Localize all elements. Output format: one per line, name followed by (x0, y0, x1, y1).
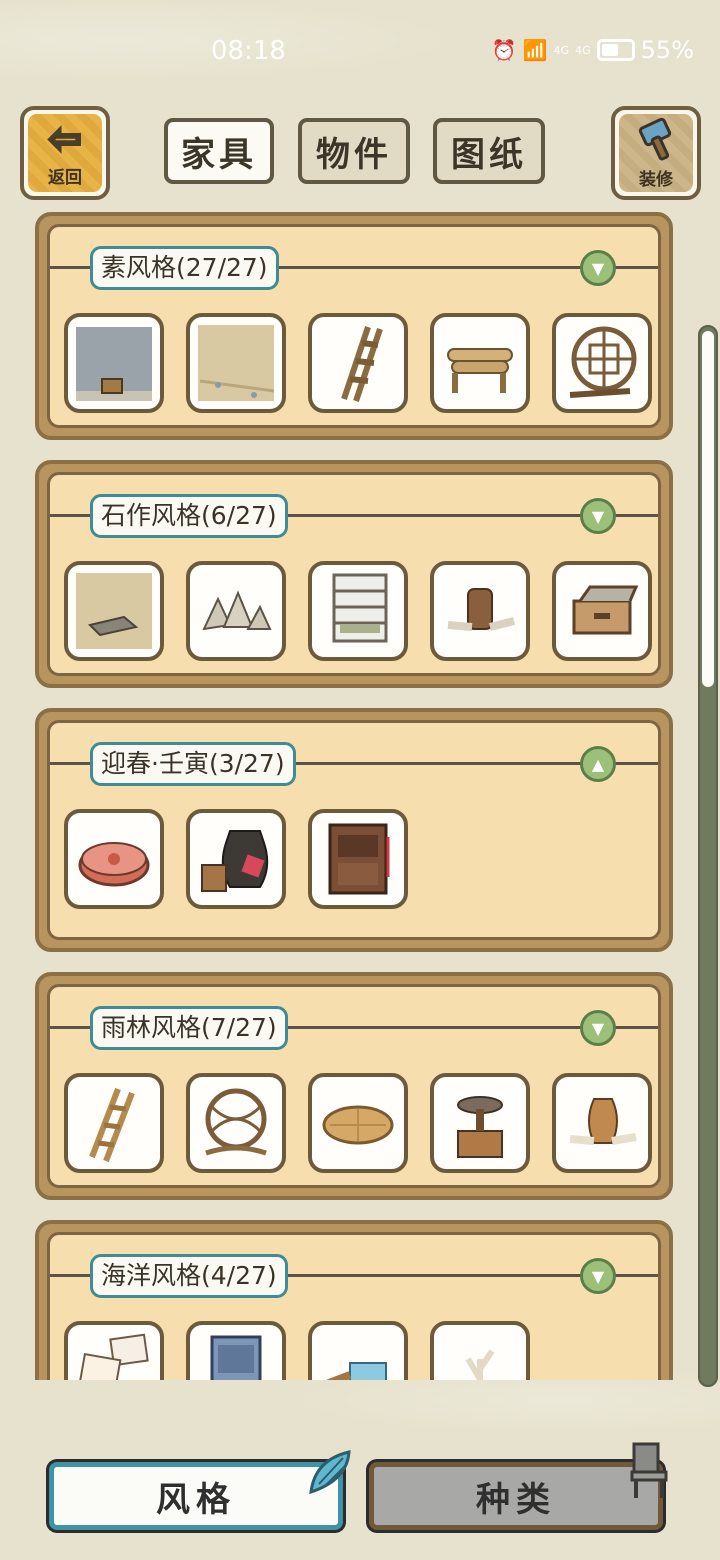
chevron-down-icon: ▼ (591, 258, 605, 278)
chevron-down-icon: ▼ (591, 1018, 605, 1038)
alarm-icon: ⏰ (491, 38, 517, 62)
item-log-bench[interactable] (430, 313, 530, 413)
scroll-thumb[interactable] (702, 331, 714, 687)
style-section: 雨林风格(7/27) ▼ (35, 972, 673, 1200)
item-round-lattice-window[interactable] (552, 313, 652, 413)
style-section: 素风格(27/27) ▼ (35, 212, 673, 440)
item-rock-pile[interactable] (186, 561, 286, 661)
style-tab-button[interactable]: 风格 (49, 1462, 343, 1530)
chevron-up-icon: ▲ (591, 754, 605, 774)
category-tab-button[interactable]: 种类 (369, 1462, 663, 1530)
section-title: 素风格(27/27) (90, 246, 279, 290)
signal-icon-2: 4G (575, 43, 591, 57)
item-coral-branch[interactable] (430, 1321, 530, 1380)
status-icons: ⏰ 📶 4G 4G 55% (492, 36, 694, 64)
paint-brush-icon (638, 117, 672, 161)
wifi-icon: 📶 (522, 38, 548, 62)
item-sand-floor[interactable] (186, 313, 286, 413)
item-stone-chest[interactable] (552, 561, 652, 661)
section-title: 石作风格(6/27) (90, 494, 288, 538)
back-arrow-icon: ⇦ (47, 115, 83, 162)
chevron-down-icon: ▼ (591, 506, 605, 526)
style-tab-label: 风格 (156, 1479, 236, 1520)
tab-objects[interactable]: 物件 (298, 118, 410, 184)
expand-toggle[interactable]: ▼ (580, 498, 616, 534)
item-stump-table[interactable] (430, 561, 530, 661)
style-list[interactable]: 素风格(27/27) ▼ 石作风格(6/27) ▼ 迎春·壬寅(3/27) ▲ … (35, 208, 675, 1380)
item-pickle-jar-with-bucket[interactable] (186, 809, 286, 909)
item-shell-notes[interactable] (64, 1321, 164, 1380)
expand-toggle[interactable]: ▼ (580, 1258, 616, 1294)
section-title: 迎春·壬寅(3/27) (90, 742, 296, 786)
signal-icon: 4G (553, 43, 570, 57)
back-button[interactable]: ⇦ 返回 (20, 106, 110, 200)
battery-percent: 55% (640, 36, 694, 64)
item-wall-panel-with-bucket[interactable] (64, 313, 164, 413)
expand-toggle[interactable]: ▼ (580, 1010, 616, 1046)
item-bamboo-ladder[interactable] (64, 1073, 164, 1173)
shell-icon (309, 1450, 351, 1495)
battery-icon (596, 39, 635, 61)
chevron-down-icon: ▼ (591, 1266, 605, 1286)
item-stone-shelf[interactable] (308, 561, 408, 661)
item-woven-round-mat[interactable] (308, 1073, 408, 1173)
scrollbar[interactable] (698, 325, 718, 1387)
tab-furniture[interactable]: 家具 (164, 118, 274, 184)
section-title: 海洋风格(4/27) (90, 1254, 288, 1298)
item-red-flower-cushion[interactable] (64, 809, 164, 909)
style-section: 石作风格(6/27) ▼ (35, 460, 673, 688)
section-title: 雨林风格(7/27) (90, 1006, 288, 1050)
decorate-button[interactable]: 装修 (611, 106, 701, 200)
item-stone-floor[interactable] (64, 561, 164, 661)
item-rattan-sphere[interactable] (186, 1073, 286, 1173)
item-tea-grinder-table[interactable] (430, 1073, 530, 1173)
category-tab-label: 种类 (476, 1479, 556, 1520)
tab-blueprints[interactable]: 图纸 (433, 118, 545, 184)
expand-toggle[interactable]: ▲ (580, 746, 616, 782)
item-water-fountain[interactable] (308, 1321, 408, 1380)
back-label: 返回 (48, 167, 82, 188)
style-section: 迎春·壬寅(3/27) ▲ (35, 708, 673, 952)
item-wooden-ladder[interactable] (308, 313, 408, 413)
chair-icon (630, 1442, 668, 1498)
item-clay-vase-on-logs[interactable] (552, 1073, 652, 1173)
status-bar: 08:18 ⏰ 📶 4G 4G 55% (0, 0, 720, 100)
item-red-wood-cabinet[interactable] (308, 809, 408, 909)
item-blue-cabinet[interactable] (186, 1321, 286, 1380)
clock: 08:18 (211, 36, 286, 66)
expand-toggle[interactable]: ▼ (580, 250, 616, 286)
style-section: 海洋风格(4/27) ▼ (35, 1220, 673, 1380)
decorate-label: 装修 (639, 169, 673, 190)
